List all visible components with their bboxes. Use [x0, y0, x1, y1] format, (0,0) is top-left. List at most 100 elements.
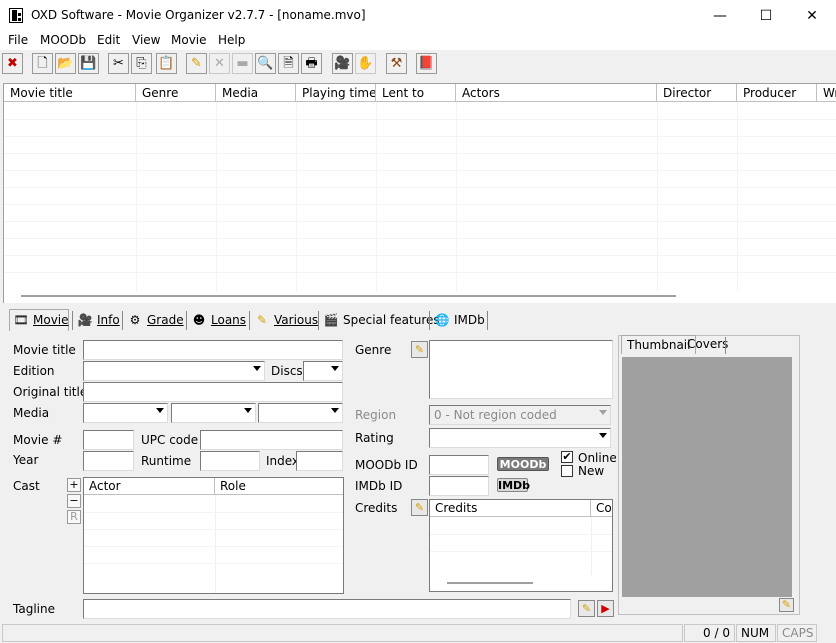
menu-file[interactable]: File [8, 33, 28, 47]
cut-icon[interactable]: ✂ [108, 53, 129, 74]
moodb-id-label: MOODb ID [355, 458, 418, 472]
runtime-label: Runtime [141, 454, 192, 468]
tab-info-label: Info [97, 313, 120, 327]
genre-edit-icon[interactable]: ✎ [411, 341, 428, 358]
grid-row-line [84, 546, 343, 547]
horizontal-scrollbar-thumb[interactable] [21, 295, 676, 297]
media-select-2[interactable] [171, 403, 256, 423]
discs-select[interactable] [303, 361, 343, 381]
media-select-1[interactable] [83, 403, 168, 423]
menu-movie[interactable]: Movie [171, 33, 207, 47]
movie-title-input[interactable] [83, 340, 343, 360]
cast-column-actor[interactable]: Actor [84, 478, 215, 495]
grid-row-line [4, 187, 836, 188]
runtime-input[interactable] [200, 451, 260, 471]
play-icon[interactable]: ▶ [597, 600, 614, 617]
grid-column-line [591, 517, 592, 575]
find-icon[interactable]: 🔍 [255, 53, 276, 74]
original-title-input[interactable] [83, 382, 343, 402]
region-select[interactable]: 0 - Not region coded [429, 405, 611, 425]
minimize-button[interactable]: — [697, 0, 743, 31]
tab-special-features[interactable]: 🎬 Special features [323, 309, 440, 331]
tab-loans[interactable]: ☻ Loans [191, 309, 246, 331]
tab-movie[interactable]: 🎞 Movie [13, 309, 68, 331]
discs-label: Discs [271, 364, 303, 378]
movie-list[interactable]: Movie title Genre Media Playing time Len… [3, 83, 836, 303]
cast-grid[interactable]: Actor Role [83, 477, 344, 594]
tab-imdb[interactable]: 🌐 IMDb [434, 309, 485, 331]
index-input[interactable] [296, 451, 343, 471]
moodb-id-input[interactable] [429, 455, 489, 475]
moodb-logo-button[interactable]: MOODb [497, 457, 549, 471]
grid-row-line [430, 534, 612, 535]
tagline-input[interactable] [83, 599, 571, 619]
paste-icon[interactable]: 📋 [156, 53, 177, 74]
movie-number-input[interactable] [83, 430, 134, 450]
grid-row-line [430, 551, 612, 552]
chevron-down-icon [599, 410, 607, 415]
column-producer[interactable]: Producer [737, 84, 817, 102]
edit-icon[interactable]: ✎ [186, 53, 207, 74]
credits-grid[interactable]: Credits Cor [429, 499, 613, 592]
credits-column-credits[interactable]: Credits [430, 500, 591, 517]
column-writer[interactable]: Wr [817, 84, 836, 102]
chevron-down-icon [331, 408, 339, 413]
minus-icon[interactable]: ▬ [232, 53, 253, 74]
upc-code-input[interactable] [200, 430, 343, 450]
save-icon[interactable]: 💾 [78, 53, 99, 74]
menu-view[interactable]: View [132, 33, 160, 47]
credits-edit-icon[interactable]: ✎ [411, 499, 428, 516]
rating-select[interactable] [429, 428, 611, 448]
tagline-edit-icon[interactable]: ✎ [578, 600, 595, 617]
media-select-3[interactable] [258, 403, 343, 423]
grid-row-line [4, 153, 836, 154]
menu-help[interactable]: Help [218, 33, 245, 47]
maximize-button[interactable]: ☐ [743, 0, 789, 31]
column-movie-title[interactable]: Movie title [4, 84, 136, 102]
book-icon[interactable]: 📕 [416, 53, 437, 74]
filmcamera-icon[interactable]: 🎥 [332, 53, 353, 74]
tab-info[interactable]: 🎥 Info [77, 309, 120, 331]
tab-grade-label: Grade [147, 313, 184, 327]
tab-special-features-label: Special features [343, 313, 440, 327]
print-icon[interactable]: 🖶 [301, 53, 322, 74]
column-playing-time[interactable]: Playing time [296, 84, 376, 102]
new-checkbox[interactable] [561, 465, 573, 477]
credits-scrollbar-thumb[interactable] [447, 582, 533, 584]
tab-grade[interactable]: ⚙ Grade [127, 309, 184, 331]
delete-icon[interactable]: ✕ [209, 53, 230, 74]
add-cast-button[interactable]: + [67, 478, 81, 492]
grid-row-line [4, 238, 836, 239]
genre-list[interactable] [429, 340, 613, 399]
edition-select[interactable] [83, 361, 265, 381]
column-director[interactable]: Director [657, 84, 737, 102]
year-input[interactable] [83, 451, 134, 471]
menu-moodb[interactable]: MOODb [40, 33, 86, 47]
column-genre[interactable]: Genre [136, 84, 216, 102]
preview-icon[interactable]: 🗎 [278, 53, 299, 74]
movie-icon: 🎞 [13, 313, 29, 327]
open-icon[interactable]: 📂 [55, 53, 76, 74]
tab-separator [249, 311, 250, 330]
credits-column-comment[interactable]: Cor [591, 500, 612, 517]
menu-edit[interactable]: Edit [97, 33, 120, 47]
close-button[interactable]: ✕ [789, 0, 835, 31]
thumbnail-image[interactable] [622, 357, 792, 597]
exit-icon[interactable]: ✖ [2, 53, 23, 74]
column-media[interactable]: Media [216, 84, 296, 102]
cast-role-button[interactable]: R [67, 510, 81, 524]
remove-cast-button[interactable]: − [67, 494, 81, 508]
tab-various[interactable]: ✎ Various [254, 309, 318, 331]
hand-icon[interactable]: ✋ [355, 53, 376, 74]
online-checkbox[interactable]: ✔ [561, 451, 573, 463]
thumbnail-edit-icon[interactable]: ✎ [779, 598, 794, 612]
tools-icon[interactable]: ⚒ [386, 53, 407, 74]
copy-icon[interactable]: ⎘ [131, 53, 152, 74]
movie-number-label: Movie # [13, 433, 63, 447]
new-icon[interactable]: 🗋 [32, 53, 53, 74]
imdb-logo-button[interactable]: IMDb [497, 478, 530, 492]
cast-column-role[interactable]: Role [215, 478, 343, 495]
column-lent-to[interactable]: Lent to [376, 84, 456, 102]
imdb-id-input[interactable] [429, 476, 489, 496]
column-actors[interactable]: Actors [456, 84, 657, 102]
